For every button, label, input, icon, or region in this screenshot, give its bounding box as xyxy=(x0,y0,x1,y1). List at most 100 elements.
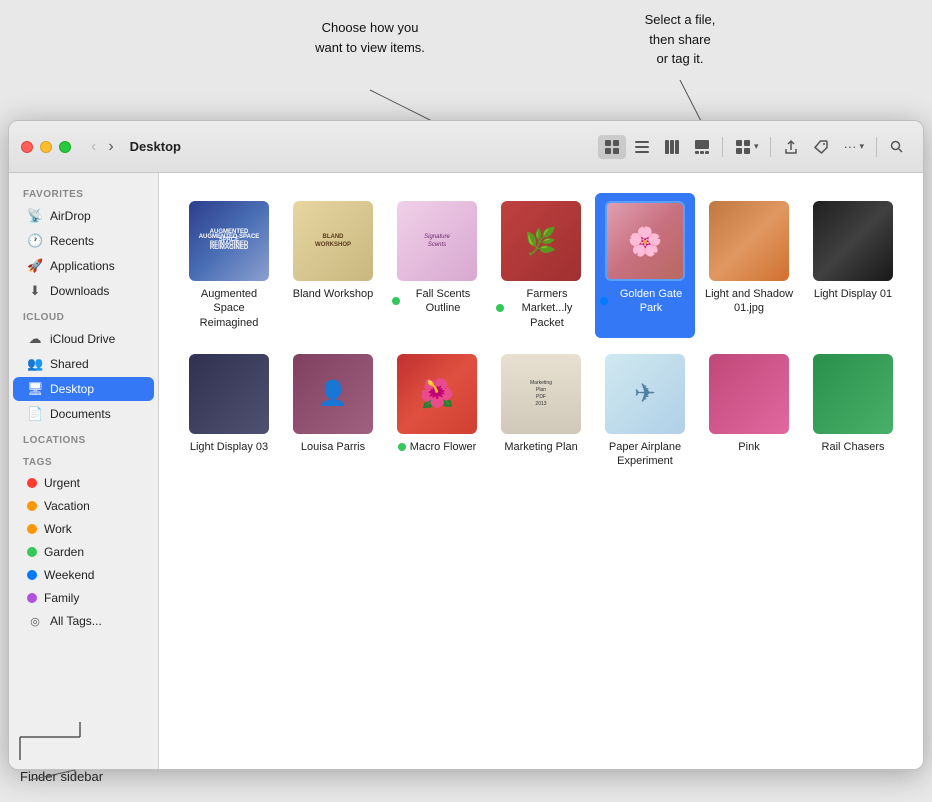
sidebar-item-downloads[interactable]: ⬇ Downloads xyxy=(13,279,154,303)
file-thumb-fallscents: SignatureScents xyxy=(397,201,477,281)
goldengate-dot xyxy=(600,297,608,305)
airdrop-label: AirDrop xyxy=(50,209,91,223)
augmented-name: Augmented Space Reimagined xyxy=(184,287,274,330)
file-item-fallscents[interactable]: SignatureScents Fall Scents Outline xyxy=(387,193,487,338)
file-item-rail[interactable]: Rail Chasers xyxy=(803,346,903,477)
goldengate-name: Golden Gate Park xyxy=(612,287,690,316)
rail-name: Rail Chasers xyxy=(822,440,885,454)
marketing-name-row: Marketing Plan xyxy=(504,440,577,454)
sidebar-item-garden[interactable]: Garden xyxy=(13,541,154,563)
finder-body: Favorites 📡 AirDrop 🕐 Recents 🚀 Applicat… xyxy=(9,173,923,769)
file-item-marketing[interactable]: MarketingPlanPDF2013 Marketing Plan xyxy=(491,346,591,477)
tags-label: Tags xyxy=(9,449,158,471)
view-list-button[interactable] xyxy=(628,135,656,159)
close-button[interactable] xyxy=(21,141,33,153)
macro-thumb-icon: 🌺 xyxy=(420,377,455,410)
lightandshadow-name-row: Light and Shadow 01.jpg xyxy=(704,287,794,316)
file-thumb-augmented: AUGMENTEDSPACEREIMAGINED xyxy=(189,201,269,281)
rail-name-row: Rail Chasers xyxy=(822,440,885,454)
forward-button[interactable]: › xyxy=(104,136,117,158)
tag-button[interactable] xyxy=(807,135,835,159)
share-button[interactable] xyxy=(777,135,805,159)
fallscents-name: Fall Scents Outline xyxy=(404,287,482,316)
file-item-pink[interactable]: Pink xyxy=(699,346,799,477)
shared-label: Shared xyxy=(50,357,89,371)
louisa-name-row: Louisa Parris xyxy=(301,440,365,454)
title-bar: ‹ › Desktop ▾ xyxy=(9,121,923,173)
sidebar-item-urgent[interactable]: Urgent xyxy=(13,472,154,494)
marketing-name: Marketing Plan xyxy=(504,440,577,454)
farmers-name-row: Farmers Market...ly Packet xyxy=(496,287,586,330)
file-item-augmented[interactable]: AUGMENTEDSPACEREIMAGINED Augmented Space… xyxy=(179,193,279,338)
downloads-label: Downloads xyxy=(50,284,109,298)
file-item-paper[interactable]: ✈ Paper Airplane Experiment xyxy=(595,346,695,477)
maximize-button[interactable] xyxy=(59,141,71,153)
file-item-lightandshadow[interactable]: Light and Shadow 01.jpg xyxy=(699,193,799,338)
lightandshadow-name: Light and Shadow 01.jpg xyxy=(704,287,794,316)
louisa-name: Louisa Parris xyxy=(301,440,365,454)
lightdisplay03-name-row: Light Display 03 xyxy=(190,440,268,454)
nav-buttons: ‹ › xyxy=(87,136,118,158)
view-gallery-button[interactable] xyxy=(688,135,716,159)
all-tags-label: All Tags... xyxy=(50,614,102,628)
favorites-label: Favorites xyxy=(9,181,158,203)
ellipsis-icon: ··· xyxy=(843,139,856,154)
back-button[interactable]: ‹ xyxy=(87,136,100,158)
sidebar-item-desktop[interactable]: 🖥 Desktop xyxy=(13,377,154,401)
lightdisplay01-name-row: Light Display 01 xyxy=(814,287,892,301)
sidebar-item-weekend[interactable]: Weekend xyxy=(13,564,154,586)
shared-icon: 👥 xyxy=(27,356,43,372)
search-button[interactable] xyxy=(883,135,911,159)
callout-share-tag: Select a file, then share or tag it. xyxy=(590,10,770,69)
macro-name: Macro Flower xyxy=(410,440,477,454)
traffic-lights xyxy=(21,141,71,153)
file-item-macro[interactable]: 🌺 Macro Flower xyxy=(387,346,487,477)
recents-icon: 🕐 xyxy=(27,233,43,249)
chevron-down-icon-more: ▾ xyxy=(859,141,864,152)
urgent-dot xyxy=(27,478,37,488)
icloud-label: iCloud xyxy=(9,304,158,326)
goldengate-thumb-icon: 🌸 xyxy=(628,225,663,258)
file-item-bland[interactable]: BLANDWORKSHOP Bland Workshop xyxy=(283,193,383,338)
weekend-label: Weekend xyxy=(44,568,94,582)
file-item-lightdisplay01[interactable]: Light Display 01 xyxy=(803,193,903,338)
sidebar-item-airdrop[interactable]: 📡 AirDrop xyxy=(13,204,154,228)
file-thumb-macro: 🌺 xyxy=(397,354,477,434)
file-thumb-rail xyxy=(813,354,893,434)
file-item-louisa[interactable]: 👤 Louisa Parris xyxy=(283,346,383,477)
file-item-goldengate[interactable]: 🌸 Golden Gate Park xyxy=(595,193,695,338)
sidebar-item-family[interactable]: Family xyxy=(13,587,154,609)
files-grid: AUGMENTEDSPACEREIMAGINED Augmented Space… xyxy=(179,193,903,476)
file-item-lightdisplay03[interactable]: Light Display 03 xyxy=(179,346,279,477)
sidebar-item-work[interactable]: Work xyxy=(13,518,154,540)
sidebar-item-all-tags[interactable]: ◎ All Tags... xyxy=(13,610,154,632)
file-thumb-marketing: MarketingPlanPDF2013 xyxy=(501,354,581,434)
sidebar-item-icloud-drive[interactable]: ☁ iCloud Drive xyxy=(13,327,154,351)
callout-view-items: Choose how you want to view items. xyxy=(270,18,470,57)
farmers-name: Farmers Market...ly Packet xyxy=(508,287,586,330)
file-thumb-louisa: 👤 xyxy=(293,354,373,434)
bland-name: Bland Workshop xyxy=(293,287,374,301)
sidebar-item-shared[interactable]: 👥 Shared xyxy=(13,352,154,376)
sidebar-item-applications[interactable]: 🚀 Applications xyxy=(13,254,154,278)
sidebar-item-documents[interactable]: 📄 Documents xyxy=(13,402,154,426)
fallscents-dot xyxy=(392,297,400,305)
file-thumb-lightandshadow xyxy=(709,201,789,281)
vacation-label: Vacation xyxy=(44,499,90,513)
minimize-button[interactable] xyxy=(40,141,52,153)
file-item-farmers[interactable]: 🌿 Farmers Market...ly Packet xyxy=(491,193,591,338)
sidebar-item-vacation[interactable]: Vacation xyxy=(13,495,154,517)
augmented-thumb-text: AUGMENTEDSPACEREIMAGINED xyxy=(206,225,253,256)
sidebar-item-recents[interactable]: 🕐 Recents xyxy=(13,229,154,253)
bland-thumb-text: BLANDWORKSHOP xyxy=(315,233,351,250)
finder-window: ‹ › Desktop ▾ xyxy=(8,120,924,770)
more-button[interactable]: ··· ▾ xyxy=(837,135,870,158)
group-by-button[interactable]: ▾ xyxy=(729,135,765,159)
toolbar-divider-1 xyxy=(722,137,723,157)
view-icon-button[interactable] xyxy=(598,135,626,159)
file-thumb-farmers: 🌿 xyxy=(501,201,581,281)
finder-sidebar-label: Finder sidebar xyxy=(20,769,103,784)
farmers-dot xyxy=(496,304,504,312)
garden-label: Garden xyxy=(44,545,84,559)
view-column-button[interactable] xyxy=(658,135,686,159)
